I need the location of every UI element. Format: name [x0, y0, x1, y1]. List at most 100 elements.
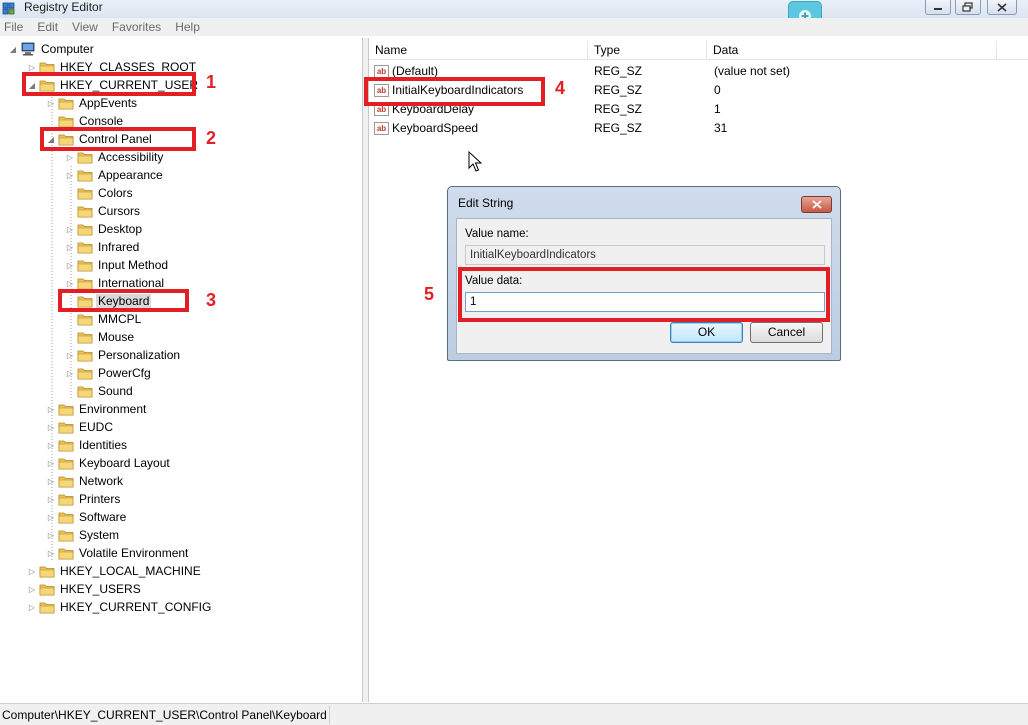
tree-item[interactable]: ▷ Identities [46, 436, 129, 454]
folder-icon [77, 206, 93, 218]
folder-icon [58, 98, 74, 110]
collapse-arrow-icon[interactable]: ◢ [8, 44, 18, 54]
menu-file[interactable]: File [4, 20, 23, 34]
tree-item[interactable]: ▷ Network [46, 472, 125, 490]
folder-icon [77, 350, 93, 362]
minimize-button[interactable] [925, 0, 951, 15]
folder-icon [58, 404, 74, 416]
tree-item-label: Volatile Environment [79, 546, 189, 560]
tree-item[interactable]: ▷ Volatile Environment [46, 544, 190, 562]
values-pane[interactable]: Name Type Data ab (Default) REG_SZ (value n… [368, 38, 1028, 702]
tree-item[interactable]: ▷ HKEY_LOCAL_MACHINE [27, 562, 203, 580]
tree-item-label: Printers [79, 492, 121, 506]
tree-item[interactable]: ▷ PowerCfg [65, 364, 153, 382]
dialog-title: Edit String [458, 196, 514, 210]
expand-arrow-icon[interactable]: ▷ [46, 440, 56, 450]
expand-arrow-icon[interactable]: ▷ [65, 242, 75, 252]
tree-item[interactable]: ▷ Keyboard Layout [46, 454, 172, 472]
dialog-close-button[interactable] [801, 196, 832, 213]
menu-favorites[interactable]: Favorites [112, 20, 161, 34]
tree-item-label: Sound [98, 384, 133, 398]
tree-item[interactable]: ▷ Infrared [65, 238, 141, 256]
tree-item-label: Software [79, 510, 127, 524]
folder-icon [58, 512, 74, 524]
expand-arrow-icon[interactable]: ▷ [65, 260, 75, 270]
tree-item-label: Accessibility [98, 150, 164, 164]
expand-arrow-icon[interactable]: ▷ [65, 350, 75, 360]
tree-item[interactable]: ▷ Personalization [65, 346, 182, 364]
close-button[interactable] [987, 0, 1017, 15]
tree-item-label: Keyboard Layout [79, 456, 170, 470]
expand-arrow-icon[interactable]: ▷ [46, 98, 56, 108]
menu-edit[interactable]: Edit [37, 20, 58, 34]
tree-item[interactable]: ▷ Printers [46, 490, 122, 508]
cancel-button[interactable]: Cancel [750, 322, 823, 343]
expand-arrow-icon[interactable]: ▷ [46, 530, 56, 540]
tree-item-label: Colors [98, 186, 133, 200]
tree-item-label: Console [79, 114, 124, 128]
expand-arrow-icon[interactable]: ▷ [46, 512, 56, 522]
expand-arrow-icon[interactable]: ▷ [65, 368, 75, 378]
folder-icon [58, 548, 74, 560]
column-header-name[interactable]: Name [369, 41, 588, 60]
tree-item[interactable]: Cursors [65, 202, 142, 220]
expand-arrow-icon[interactable]: ▷ [65, 278, 75, 288]
expand-arrow-icon[interactable]: ▷ [27, 566, 37, 576]
tree-item[interactable]: ▷ Software [46, 508, 128, 526]
annotation-box-2 [40, 127, 196, 151]
minimize-icon [934, 8, 942, 10]
tree-item[interactable]: ▷ System [46, 526, 121, 544]
expand-arrow-icon[interactable]: ▷ [46, 404, 56, 414]
tree-item-label: EUDC [79, 420, 114, 434]
folder-icon [77, 224, 93, 236]
expand-arrow-icon[interactable]: ▷ [27, 62, 37, 72]
expand-arrow-icon[interactable]: ▷ [46, 476, 56, 486]
tree-item[interactable]: ▷ Desktop [65, 220, 144, 238]
value-type: REG_SZ [594, 64, 643, 78]
annotation-box-5 [458, 267, 830, 322]
column-header-data[interactable]: Data [707, 41, 997, 60]
tree-item[interactable]: ▷ Appearance [65, 166, 165, 184]
computer-icon [21, 42, 35, 56]
expand-arrow-icon[interactable]: ▷ [46, 422, 56, 432]
tree-item-label: Cursors [98, 204, 141, 218]
tree-item[interactable]: ▷ EUDC [46, 418, 115, 436]
expand-arrow-icon[interactable]: ▷ [65, 152, 75, 162]
folder-icon [77, 152, 93, 164]
tree-item[interactable]: ▷ HKEY_USERS [27, 580, 143, 598]
expand-arrow-icon[interactable]: ▷ [46, 494, 56, 504]
tree-item-label: Personalization [98, 348, 181, 362]
folder-icon [58, 494, 74, 506]
tree-item-label: Appearance [98, 168, 163, 182]
registry-value-row[interactable]: ab KeyboardSpeed REG_SZ 31 [369, 119, 1028, 138]
tree-item[interactable]: Sound [65, 382, 135, 400]
tree-item-label: Network [79, 474, 124, 488]
tree-item[interactable]: ▷ Input Method [65, 256, 170, 274]
menu-help[interactable]: Help [175, 20, 200, 34]
tree-item-label: Mouse [98, 330, 135, 344]
menu-bar: File Edit View Favorites Help [0, 18, 1028, 36]
expand-arrow-icon[interactable]: ▷ [65, 224, 75, 234]
expand-arrow-icon[interactable]: ▷ [46, 458, 56, 468]
expand-arrow-icon[interactable]: ▷ [27, 584, 37, 594]
value-name: KeyboardSpeed [392, 121, 479, 135]
tree-item-label: PowerCfg [98, 366, 151, 380]
list-header: Name Type Data [369, 41, 1028, 60]
menu-view[interactable]: View [72, 20, 98, 34]
tree-item[interactable]: ▷ AppEvents [46, 94, 139, 112]
tree-item[interactable]: Colors [65, 184, 135, 202]
ok-button[interactable]: OK [670, 322, 743, 343]
tree-item[interactable]: Mouse [65, 328, 136, 346]
tree-item[interactable]: ▷ HKEY_CURRENT_CONFIG [27, 598, 213, 616]
expand-arrow-icon[interactable]: ▷ [65, 170, 75, 180]
restore-button[interactable] [955, 0, 981, 15]
tree-item[interactable]: MMCPL [65, 310, 143, 328]
tree-item[interactable]: ◢ Computer [8, 40, 96, 58]
tree-item-label: MMCPL [98, 312, 142, 326]
expand-arrow-icon[interactable]: ▷ [46, 548, 56, 558]
tree-item[interactable]: ▷ Environment [46, 400, 148, 418]
expand-arrow-icon[interactable]: ▷ [27, 602, 37, 612]
column-header-type[interactable]: Type [588, 41, 707, 60]
